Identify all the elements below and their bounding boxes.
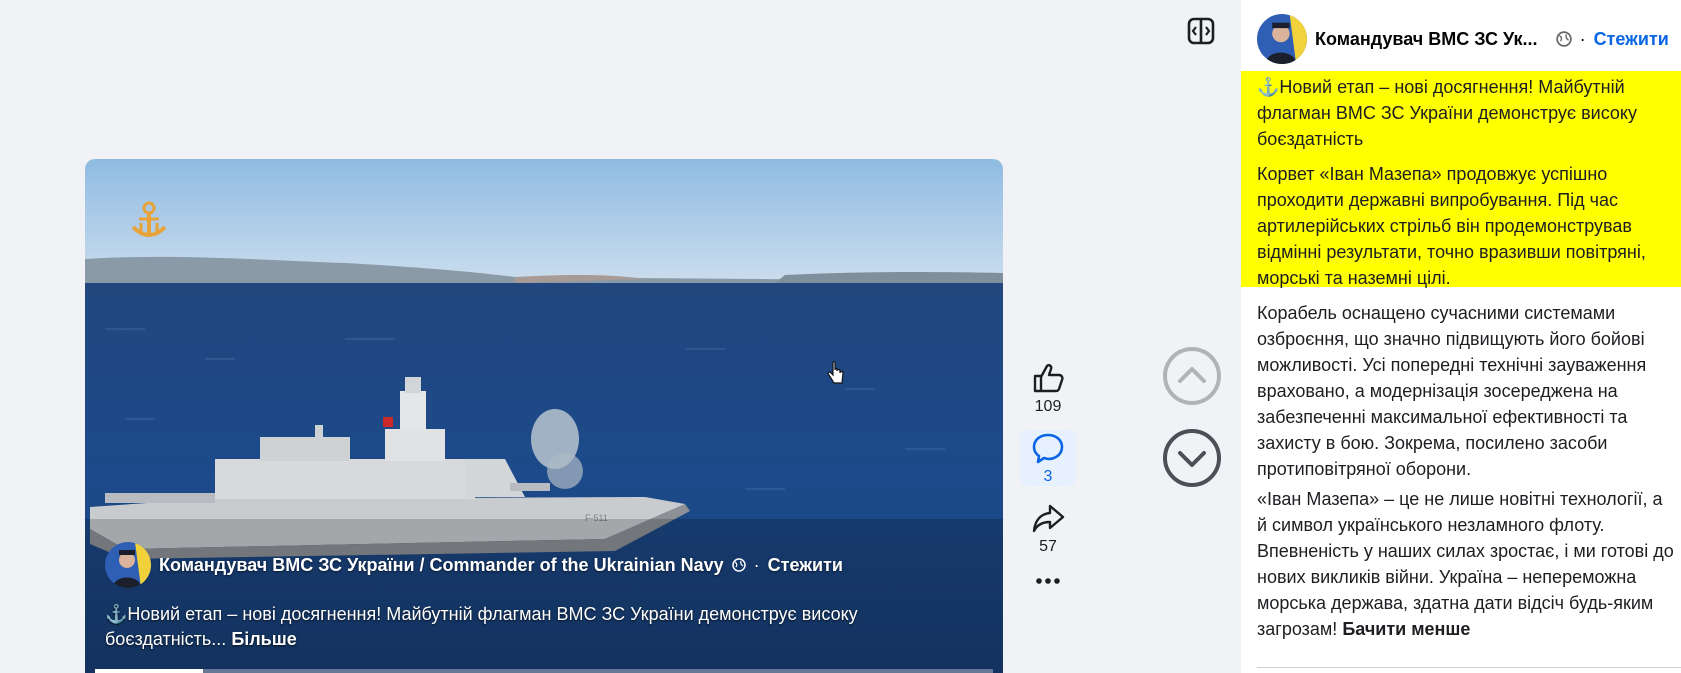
follow-button[interactable]: Стежити <box>768 555 843 576</box>
thumbs-up-icon <box>1033 364 1064 393</box>
share-icon <box>1032 504 1065 533</box>
avatar[interactable] <box>1257 14 1307 64</box>
navy-anchor-logo-icon <box>131 201 167 237</box>
paragraph-text: Корвет «Іван Мазепа» продовжує успішно п… <box>1257 164 1646 288</box>
paragraph-text: Корабель оснащено сучасними системами оз… <box>1257 303 1647 479</box>
caption-text: ⚓Новий етап – нові досягнення! Майбутній… <box>105 604 858 649</box>
video-caption: ⚓Новий етап – нові досягнення! Майбутній… <box>105 602 925 652</box>
comment-icon <box>1032 433 1064 464</box>
more-options-button[interactable] <box>1020 570 1076 586</box>
like-count: 109 <box>1034 398 1062 415</box>
share-count: 57 <box>1039 538 1057 555</box>
separator-dot: · <box>1579 28 1586 49</box>
chevron-down-icon <box>1163 429 1221 487</box>
globe-icon <box>731 558 746 572</box>
video-stage: F-511 Командувач ВМС ЗС України / Comman… <box>0 0 1241 673</box>
like-button[interactable]: 109 <box>1020 360 1076 416</box>
share-button[interactable]: 57 <box>1020 500 1076 556</box>
post-paragraph-3: «Іван Мазепа» – це не лише новітні техно… <box>1257 486 1677 642</box>
video-progress-bar[interactable] <box>95 669 993 673</box>
video-player[interactable]: F-511 Командувач ВМС ЗС України / Comman… <box>85 159 1003 673</box>
see-more-link[interactable]: Більше <box>231 629 296 649</box>
post-side-panel: Командувач ВМС ЗС Ук... · Стежити ⚓Новий… <box>1241 0 1681 673</box>
comment-button[interactable]: 3 <box>1020 430 1076 486</box>
panel-toggle-icon <box>1187 17 1215 45</box>
follow-button[interactable]: Стежити <box>1594 29 1669 50</box>
next-video-button[interactable] <box>1162 428 1222 488</box>
globe-icon <box>1555 31 1572 47</box>
comment-count: 3 <box>1043 468 1053 485</box>
video-frame: F-511 <box>85 159 1003 673</box>
reaction-rail: 109 3 57 <box>1020 360 1080 600</box>
post-headline: ⚓Новий етап – нові досягнення! Майбутній… <box>1257 74 1677 152</box>
hand-cursor-icon <box>827 361 844 384</box>
video-author: Командувач ВМС ЗС України / Commander of… <box>105 542 843 588</box>
author-name[interactable]: Командувач ВМС ЗС Ук... <box>1315 29 1538 50</box>
post-paragraph-1: Корвет «Іван Мазепа» продовжує успішно п… <box>1257 161 1677 291</box>
author-avatar-image <box>1257 14 1307 64</box>
see-less-link[interactable]: Бачити менше <box>1342 619 1470 639</box>
avatar[interactable] <box>105 542 151 588</box>
chevron-up-icon <box>1163 347 1221 405</box>
more-dots-icon <box>1036 578 1060 584</box>
post-header: Командувач ВМС ЗС Ук... · Стежити <box>1257 14 1677 64</box>
previous-video-button[interactable] <box>1162 346 1222 406</box>
divider <box>1257 667 1681 668</box>
paragraph-text: «Іван Мазепа» – це не лише новітні техно… <box>1257 489 1674 639</box>
video-progress-fill <box>95 669 203 673</box>
headline-text: ⚓Новий етап – нові досягнення! Майбутній… <box>1257 77 1637 149</box>
post-paragraph-2: Корабель оснащено сучасними системами оз… <box>1257 300 1677 482</box>
toggle-panel-button[interactable] <box>1186 16 1216 46</box>
author-avatar-image <box>105 542 151 588</box>
author-name[interactable]: Командувач ВМС ЗС України / Commander of… <box>159 555 724 576</box>
separator-dot: · <box>753 554 760 575</box>
